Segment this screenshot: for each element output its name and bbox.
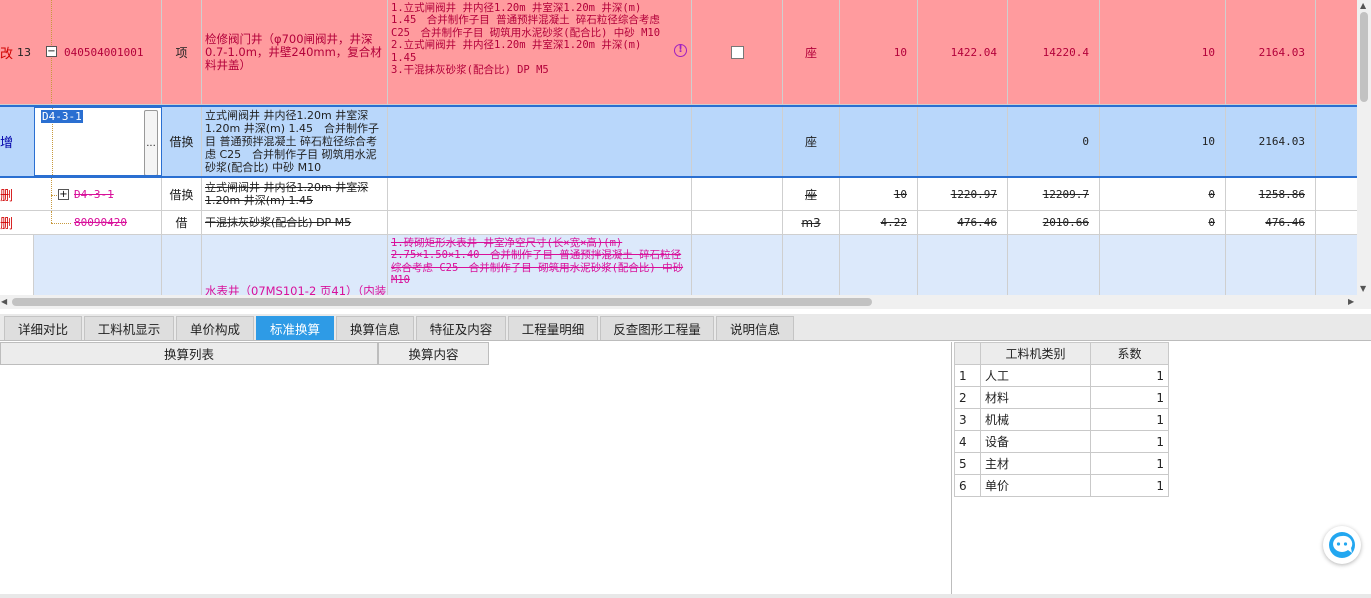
item-name: 干混抹灰砂浆(配合比) DP M5 — [202, 211, 388, 234]
row-status: 增 — [0, 136, 14, 151]
tab-features-content[interactable]: 特征及内容 — [416, 316, 506, 340]
expand-icon[interactable]: + — [58, 189, 69, 200]
total-price: 2010.66 — [1008, 211, 1100, 234]
coefficient-value[interactable]: 1 — [1090, 452, 1169, 475]
tab-conversion-info[interactable]: 换算信息 — [336, 316, 414, 340]
tab-reverse-lookup[interactable]: 反查图形工程量 — [600, 316, 714, 340]
conversion-panel: 换算列表 换算内容 — [0, 342, 952, 594]
table-row[interactable]: 2 材料 1 — [954, 386, 1169, 409]
item-name: 立式闸阀井 井内径1.20m 井室深1.20m 井深(m) 1.45 — [202, 178, 388, 210]
tab-labor-material[interactable]: 工料机显示 — [84, 316, 174, 340]
item-code: D4-3-1 — [74, 188, 114, 201]
bill-grid[interactable]: 改 13 − 040504001001 项 检修阀门井（φ700闸阀井，井深0.… — [0, 0, 1371, 295]
table-row[interactable]: 5 主材 1 — [954, 452, 1169, 475]
tab-unit-price[interactable]: 单价构成 — [176, 316, 254, 340]
item-unit: m3 — [783, 211, 840, 234]
row-status: 删 — [0, 217, 14, 232]
item-feature: 1.立式闸阀井 井内径1.20m 井室深1.20m 井深(m) 1.45 合并制… — [391, 2, 661, 77]
column-header: 工料机类别 — [980, 342, 1091, 365]
quantity-2: 0 — [1100, 211, 1226, 234]
table-row[interactable]: 6 单价 1 — [954, 474, 1169, 497]
unit-price: 476.46 — [918, 211, 1008, 234]
unit-price: 1422.04 — [918, 0, 1008, 104]
tab-description[interactable]: 说明信息 — [716, 316, 794, 340]
collapse-icon[interactable]: − — [46, 46, 57, 57]
quantity-expression: 4.22 — [840, 211, 918, 234]
table-row[interactable]: 删 + D4-3-1 借换 立式闸阀井 井内径1.20m 井室深1.20m 井深… — [0, 178, 1357, 211]
total-price: 0 — [1008, 107, 1100, 176]
quantity-expression: 10 — [840, 178, 918, 210]
item-name: 立式闸阀井 井内径1.20m 井室深1.20m 井深(m) 1.45 合并制作子… — [202, 107, 388, 176]
coefficient-value[interactable]: 1 — [1090, 386, 1169, 409]
quantity-2: 0 — [1100, 178, 1226, 210]
item-feature: 1.砖砌矩形水表井 井室净空尺寸(长×宽×高)(m) 2.75×1.50×1.4… — [391, 237, 684, 287]
column-header: 系数 — [1090, 342, 1169, 365]
unit-price-2: 2164.03 — [1226, 107, 1316, 176]
item-code: 80090420 — [74, 216, 127, 229]
total-price: 12209.7 — [1008, 178, 1100, 210]
row-seq: 13 — [17, 45, 32, 59]
item-type: 借换 — [162, 107, 202, 176]
exclamation-circle-icon[interactable]: ! — [674, 44, 687, 57]
unit-price-2: 2164.03 — [1226, 0, 1316, 104]
table-row[interactable]: 增 D4-3-1 ... 借换 立式闸阀井 井内径1.20m 井室深1.20m … — [0, 105, 1357, 178]
chat-bubble-icon — [1329, 532, 1355, 558]
item-type: 借 — [162, 211, 202, 234]
item-name: 水表井（07MS101-2 页41）（内装 — [205, 284, 387, 296]
unit-price-2: 1258.86 — [1226, 178, 1316, 210]
scroll-right-icon[interactable]: ▶ — [1348, 297, 1354, 306]
table-row[interactable]: 4 设备 1 — [954, 430, 1169, 453]
row-status: 改 — [0, 46, 14, 62]
coefficient-value[interactable]: 1 — [1090, 474, 1169, 497]
tab-standard-conversion[interactable]: 标准换算 — [256, 316, 334, 340]
table-row[interactable]: 3 机械 1 — [954, 408, 1169, 431]
column-header: 换算列表 — [0, 342, 378, 365]
edit-code-input[interactable]: D4-3-1 — [41, 110, 83, 123]
tab-detail-compare[interactable]: 详细对比 — [4, 316, 82, 340]
unit-price: 1220.97 — [918, 178, 1008, 210]
tab-quantity-detail[interactable]: 工程量明细 — [508, 316, 598, 340]
ellipsis-button[interactable]: ... — [144, 110, 158, 175]
unit-price-2: 476.46 — [1226, 211, 1316, 234]
coefficient-table: 工料机类别 系数 1 人工 1 2 材料 1 3 机械 1 4 设备 1 5 主… — [954, 342, 1169, 497]
coefficient-value[interactable]: 1 — [1090, 430, 1169, 453]
item-name: 检修阀门井（φ700闸阀井，井深0.7-1.0m，井壁240mm，复合材料井盖） — [202, 0, 388, 104]
total-price: 14220.4 — [1008, 0, 1100, 104]
scroll-left-icon[interactable]: ◀ — [1, 297, 7, 306]
item-unit: 座 — [783, 0, 840, 104]
coefficient-value[interactable]: 1 — [1090, 408, 1169, 431]
table-row[interactable]: 删 80090420 借 干混抹灰砂浆(配合比) DP M5 m3 4.22 4… — [0, 211, 1357, 235]
status-bar — [0, 594, 1371, 598]
assistant-button[interactable] — [1323, 526, 1361, 564]
column-header: 换算内容 — [378, 342, 489, 365]
item-unit: 座 — [783, 178, 840, 210]
vertical-scroll-thumb[interactable] — [1360, 12, 1368, 102]
quantity-2: 10 — [1100, 107, 1226, 176]
quantity-2: 10 — [1100, 0, 1226, 104]
coefficient-value[interactable]: 1 — [1090, 364, 1169, 387]
horizontal-scroll-thumb[interactable] — [12, 298, 872, 306]
item-type: 项 — [162, 0, 202, 104]
row-status: 删 — [0, 188, 14, 204]
table-row[interactable]: 改 13 − 040504001001 项 检修阀门井（φ700闸阀井，井深0.… — [0, 0, 1357, 105]
item-code: 040504001001 — [64, 46, 144, 59]
scroll-up-icon[interactable]: ▲ — [1360, 1, 1366, 10]
item-unit: 座 — [783, 107, 840, 176]
table-row[interactable]: 1 人工 1 — [954, 364, 1169, 387]
table-row[interactable]: 水表井（07MS101-2 页41）（内装 1.砖砌矩形水表井 井室净空尺寸(长… — [0, 235, 1357, 295]
item-type: 借换 — [162, 178, 202, 210]
quantity-expression: 10 — [840, 0, 918, 104]
row-checkbox[interactable] — [730, 45, 744, 59]
scroll-down-icon[interactable]: ▼ — [1360, 284, 1366, 293]
